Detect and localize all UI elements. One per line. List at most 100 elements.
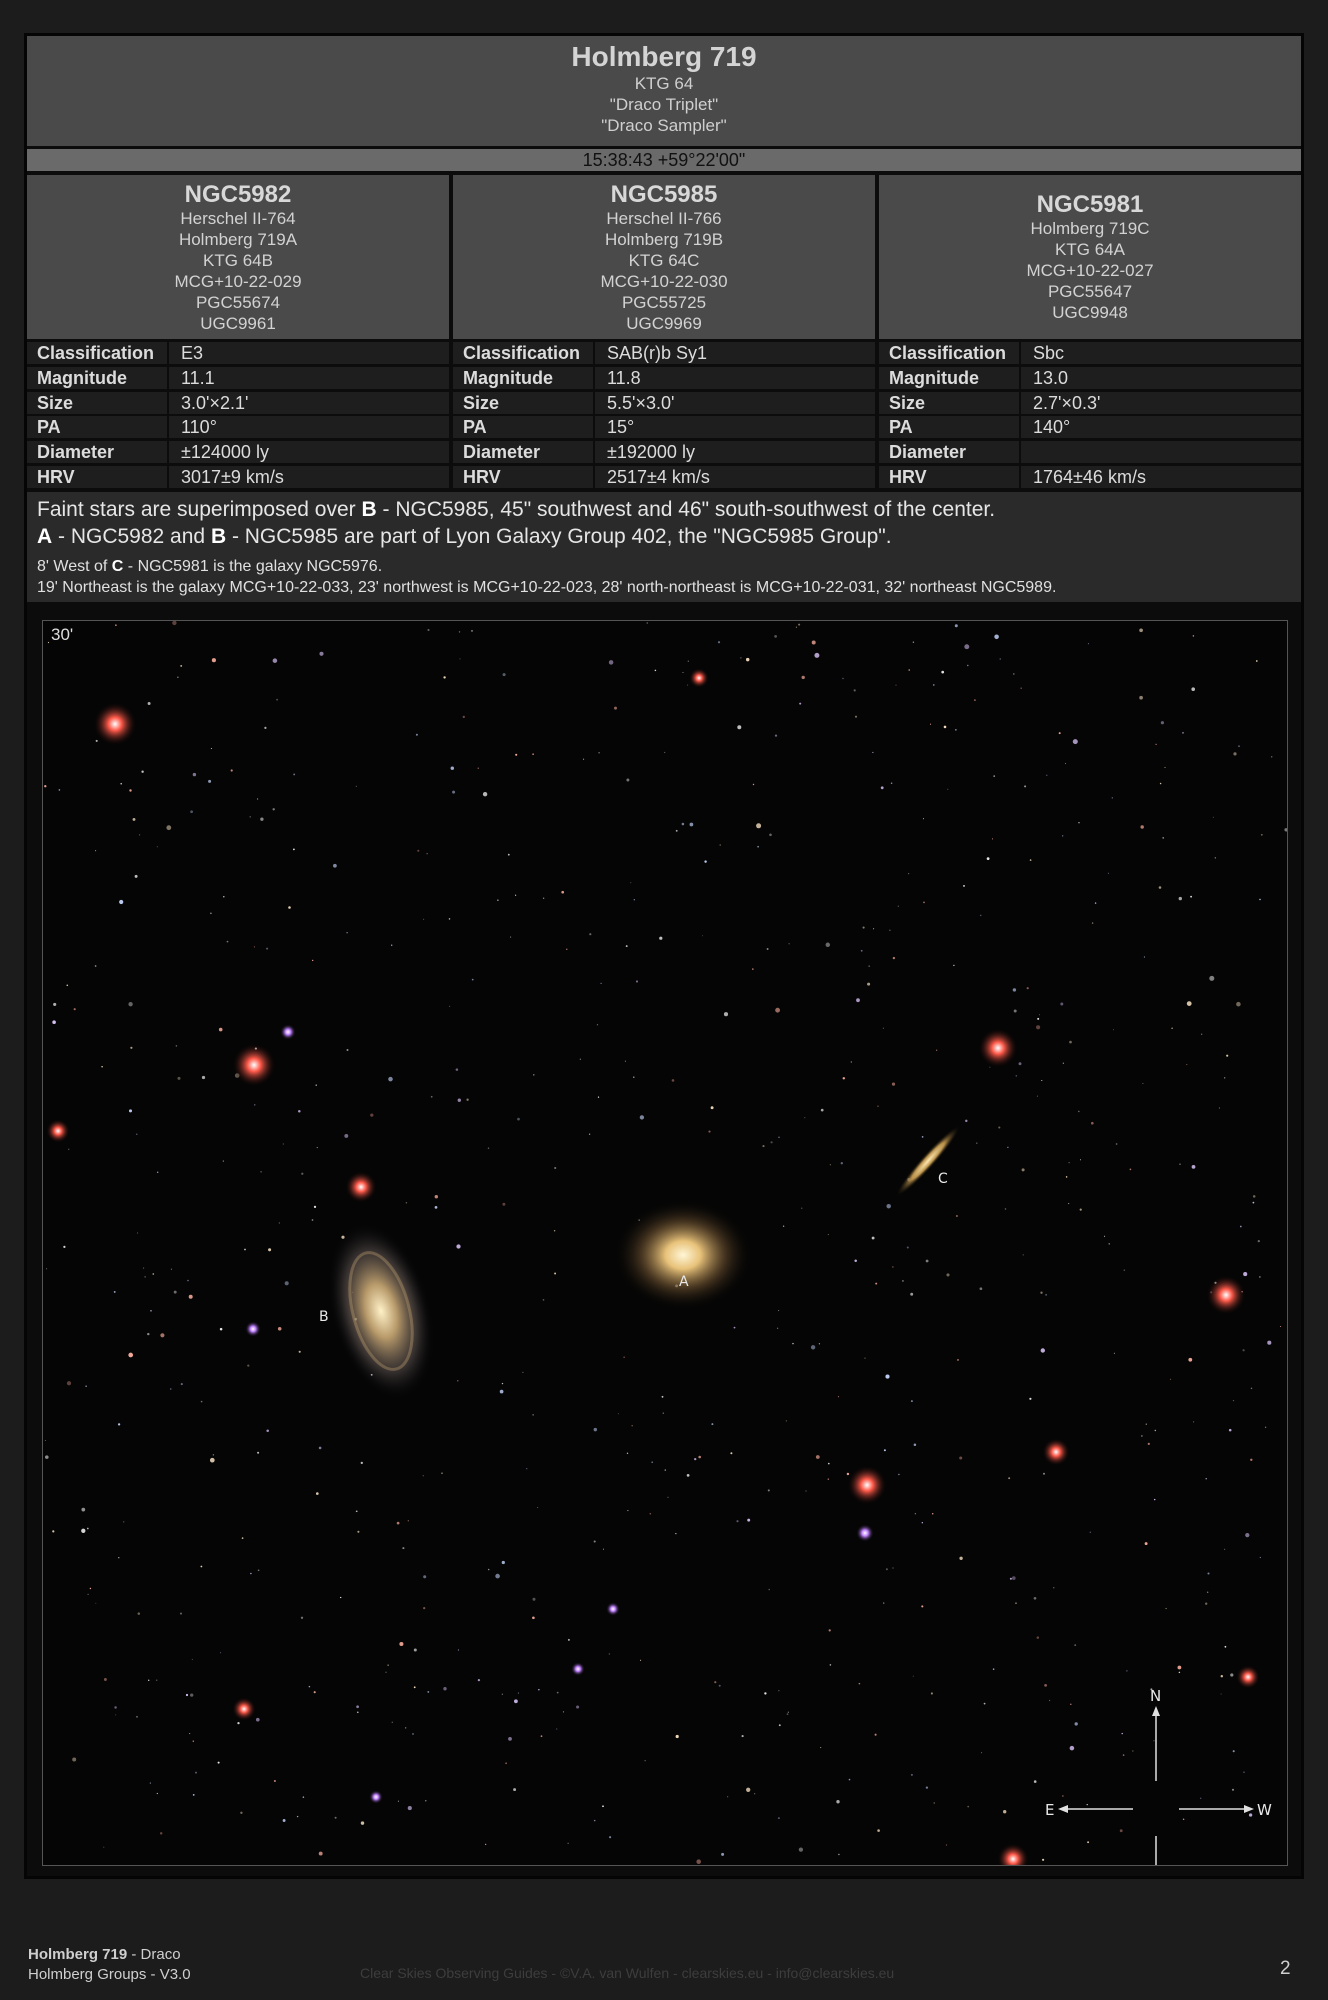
star — [247, 1364, 250, 1367]
star — [81, 1507, 86, 1512]
star — [854, 715, 858, 718]
star — [200, 1400, 203, 1403]
star — [288, 906, 291, 909]
star — [1058, 732, 1061, 735]
star — [1205, 1478, 1207, 1480]
star — [752, 968, 754, 970]
star — [947, 788, 949, 790]
star — [1020, 687, 1022, 689]
star — [1036, 1095, 1038, 1097]
star — [355, 1510, 358, 1513]
star — [892, 956, 896, 960]
star — [846, 1472, 850, 1476]
star — [963, 884, 965, 887]
star — [212, 1454, 215, 1456]
star — [1243, 1771, 1245, 1773]
star — [532, 753, 534, 755]
star — [883, 1602, 885, 1604]
star — [1009, 1577, 1012, 1580]
star — [1193, 1421, 1195, 1423]
value: 3017±9 km/s — [167, 465, 284, 488]
star — [293, 848, 295, 851]
star — [1191, 687, 1195, 691]
star — [998, 1126, 1001, 1129]
star — [1259, 1276, 1261, 1278]
star — [1169, 1378, 1171, 1380]
star — [788, 943, 790, 945]
star — [774, 734, 778, 737]
star — [1284, 828, 1287, 832]
designation: Holmberg 719C — [1030, 219, 1150, 238]
star — [166, 825, 172, 831]
star — [501, 1560, 505, 1565]
star — [257, 1569, 260, 1572]
star — [293, 773, 296, 776]
star — [976, 1142, 978, 1144]
star — [1122, 1754, 1125, 1756]
star — [526, 1468, 528, 1470]
star — [1104, 1235, 1106, 1237]
star — [1260, 833, 1263, 836]
star — [94, 965, 97, 967]
star — [502, 673, 506, 677]
designation: MCG+10-22-027 — [1026, 261, 1154, 280]
red-star — [345, 1171, 377, 1203]
star — [1049, 1699, 1051, 1702]
star — [941, 670, 945, 674]
row-pa: PA 110° — [27, 416, 449, 439]
star — [1207, 1591, 1209, 1593]
star — [1003, 1810, 1007, 1814]
star — [745, 657, 750, 662]
star — [308, 1685, 311, 1688]
star — [864, 1357, 866, 1359]
galaxy-name: NGC5981 — [1036, 191, 1144, 218]
star — [923, 901, 925, 904]
star — [1008, 1477, 1011, 1480]
star — [302, 1796, 305, 1798]
star — [736, 1520, 739, 1523]
star — [778, 1724, 781, 1727]
page-number: 2 — [1280, 1958, 1291, 1979]
star — [1121, 1732, 1123, 1735]
star — [1224, 1077, 1226, 1079]
star — [249, 816, 251, 818]
row-size: Size 2.7'×0.3' — [879, 391, 1301, 414]
star — [777, 1817, 780, 1820]
star — [719, 844, 721, 846]
star — [850, 1061, 852, 1063]
star — [1201, 1033, 1203, 1035]
star — [681, 822, 685, 826]
star — [44, 785, 47, 788]
star — [694, 1457, 697, 1461]
value: 11.8 — [593, 366, 641, 389]
star — [334, 1816, 337, 1819]
star — [897, 905, 899, 907]
star — [922, 818, 925, 820]
star — [346, 932, 348, 934]
star — [1141, 1435, 1143, 1437]
star — [825, 942, 831, 948]
row-diameter: Diameter ±124000 ly — [27, 441, 449, 464]
row-pa: PA 15° — [453, 416, 875, 439]
row-pa: PA 140° — [879, 416, 1301, 439]
star — [633, 1076, 635, 1078]
note-label: B — [210, 525, 227, 548]
star — [434, 1206, 438, 1209]
star — [209, 1457, 215, 1463]
star — [993, 775, 996, 777]
star — [1160, 721, 1164, 725]
star — [768, 1588, 770, 1591]
label: HRV — [889, 466, 927, 487]
star — [1064, 763, 1067, 765]
star — [617, 1413, 619, 1415]
galaxy-box-ngc5982: NGC5982 Herschel II-764 Holmberg 719A KT… — [27, 175, 449, 339]
star — [220, 1652, 222, 1654]
star — [1111, 797, 1113, 799]
star — [945, 1844, 948, 1846]
star — [515, 894, 517, 896]
designation: Herschel II-764 — [180, 208, 296, 228]
star — [253, 946, 255, 948]
star — [798, 1847, 804, 1852]
label: Magnitude — [37, 367, 127, 388]
star — [170, 1388, 172, 1390]
